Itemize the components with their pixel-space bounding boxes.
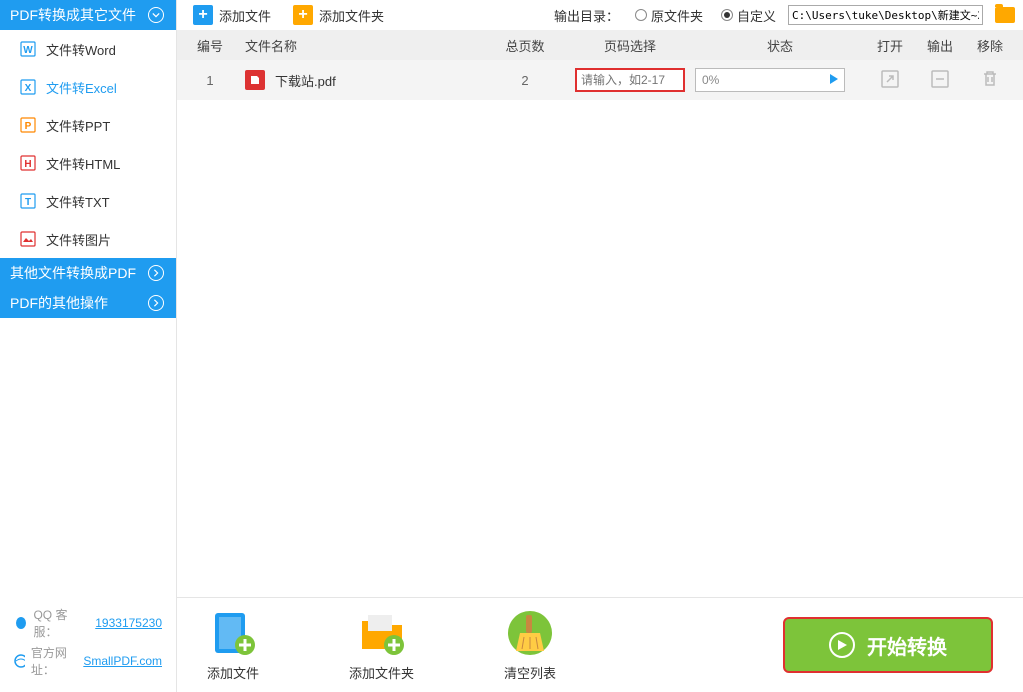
open-icon[interactable] [880,69,900,89]
table-row: 1 下载站.pdf 2 0% [177,60,1023,100]
category-pdf-to-other[interactable]: PDF转换成其它文件 [0,0,176,30]
site-label: 官方网址： [31,644,77,678]
qq-label: QQ 客服： [33,606,89,640]
sidebar-item-label: 文件转Word [46,40,116,59]
th-delete: 移除 [965,36,1015,55]
qq-icon [14,616,27,630]
chevron-right-icon [148,295,164,311]
add-file-button[interactable]: + 添加文件 [185,5,279,25]
chevron-right-icon [148,265,164,281]
ppt-icon: P [20,117,36,133]
category-label: 其他文件转换成PDF [10,263,136,283]
svg-text:T: T [25,197,31,208]
file-name: 下载站.pdf [275,71,336,90]
cell-delete [965,69,1015,92]
cell-page-select [565,68,695,92]
html-icon: H [20,155,36,171]
svg-text:H: H [24,159,31,170]
sidebar-item-image[interactable]: 文件转图片 [0,220,176,258]
radio-label: 原文件夹 [651,6,703,25]
th-num: 编号 [185,36,235,55]
play-icon [829,632,855,658]
category-label: PDF转换成其它文件 [10,5,136,25]
sidebar-item-label: 文件转HTML [46,154,120,173]
word-icon: W [20,41,36,57]
bottom-add-folder[interactable]: 添加文件夹 [349,609,414,682]
cell-pages: 2 [485,73,565,88]
toolbar: + 添加文件 + 添加文件夹 输出目录： 原文件夹 自定义 [177,0,1023,30]
bottom-label: 清空列表 [504,663,556,682]
cell-num: 1 [185,73,235,88]
radio-custom-folder[interactable]: 自定义 [721,6,776,25]
site-link[interactable]: SmallPDF.com [83,654,162,668]
radio-icon [635,9,647,21]
add-folder-button[interactable]: + 添加文件夹 [285,5,392,25]
radio-label: 自定义 [737,6,776,25]
svg-text:W: W [23,45,33,56]
cell-output [915,69,965,92]
bottom-add-file[interactable]: 添加文件 [207,609,259,682]
sidebar-item-html[interactable]: H 文件转HTML [0,144,176,182]
svg-text:P: P [25,121,32,132]
th-status: 状态 [695,36,865,55]
browse-folder-button[interactable] [995,7,1015,23]
qq-link[interactable]: 1933175230 [95,616,162,630]
th-page-select: 页码选择 [565,36,695,55]
th-open: 打开 [865,36,915,55]
trash-icon[interactable] [980,69,1000,89]
add-file-label: 添加文件 [219,6,271,25]
add-file-icon [209,609,257,657]
table-header: 编号 文件名称 总页数 页码选择 状态 打开 输出 移除 [177,30,1023,60]
th-pages: 总页数 [485,36,565,55]
output-dir-label: 输出目录： [554,6,619,25]
cell-status: 0% [695,68,865,92]
category-pdf-other-ops[interactable]: PDF的其他操作 [0,288,176,318]
sidebar-item-label: 文件转TXT [46,192,110,211]
bottom-clear-list[interactable]: 清空列表 [504,609,556,682]
sidebar-item-label: 文件转图片 [46,230,111,249]
broom-icon [506,609,554,657]
bottom-bar: 添加文件 添加文件夹 清空列表 开始转换 [177,597,1023,692]
txt-icon: T [20,193,36,209]
svg-text:X: X [25,83,32,94]
pdf-icon [245,70,265,90]
ie-icon [14,654,25,668]
radio-source-folder[interactable]: 原文件夹 [635,6,703,25]
sidebar-item-excel[interactable]: X 文件转Excel [0,68,176,106]
start-convert-button[interactable]: 开始转换 [783,617,993,673]
progress-text: 0% [702,73,719,87]
sidebar-item-ppt[interactable]: P 文件转PPT [0,106,176,144]
sidebar-item-word[interactable]: W 文件转Word [0,30,176,68]
chevron-down-icon [148,7,164,23]
th-name: 文件名称 [235,36,485,55]
table-body: 1 下载站.pdf 2 0% [177,60,1023,597]
category-other-to-pdf[interactable]: 其他文件转换成PDF [0,258,176,288]
cell-open [865,69,915,92]
progress-bar[interactable]: 0% [695,68,845,92]
add-folder-icon [358,609,406,657]
sidebar-item-label: 文件转Excel [46,78,117,97]
cell-name: 下载站.pdf [235,70,485,90]
sidebar-items: W 文件转Word X 文件转Excel P 文件转PPT H 文件转HTML … [0,30,176,258]
sidebar-item-txt[interactable]: T 文件转TXT [0,182,176,220]
add-folder-label: 添加文件夹 [319,6,384,25]
sidebar-footer: QQ 客服： 1933175230 官方网址： SmallPDF.com [0,592,176,692]
start-label: 开始转换 [867,631,947,660]
radio-icon [721,9,733,21]
bottom-label: 添加文件 [207,663,259,682]
sidebar-item-label: 文件转PPT [46,116,110,135]
output-path-input[interactable] [788,5,983,25]
excel-icon: X [20,79,36,95]
category-label: PDF的其他操作 [10,293,108,313]
plus-icon: + [193,5,213,25]
output-icon[interactable] [930,69,950,89]
page-range-input[interactable] [575,68,685,92]
plus-icon: + [293,5,313,25]
image-icon [20,231,36,247]
play-icon [828,73,840,88]
bottom-label: 添加文件夹 [349,663,414,682]
th-output: 输出 [915,36,965,55]
